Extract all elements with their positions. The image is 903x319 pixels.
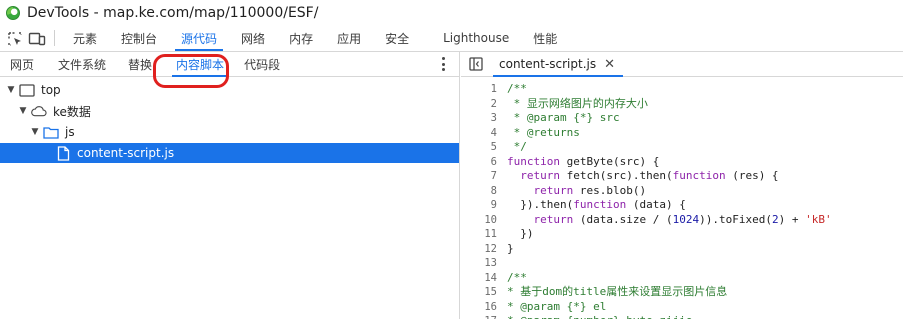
tab-sources[interactable]: 源代码 (169, 25, 229, 51)
line-number[interactable]: 14 (461, 271, 499, 286)
window-titlebar: DevTools - map.ke.com/map/110000/ESF/ (0, 0, 903, 25)
window-title: DevTools - map.ke.com/map/110000/ESF/ (27, 4, 319, 21)
code-line: } (507, 241, 514, 255)
tree-item-origin[interactable]: ▼ ke数据 (0, 101, 459, 121)
code-line: */ (507, 140, 527, 153)
expand-arrow-icon[interactable]: ▼ (6, 85, 16, 95)
editor-tab-content-script[interactable]: content-script.js ✕ (491, 52, 625, 77)
tree-item-label: ke数据 (53, 104, 91, 119)
tree-item-label: content-script.js (77, 146, 175, 160)
tab-label: 内容脚本 (176, 57, 225, 72)
tab-label: 控制台 (121, 31, 158, 46)
line-number[interactable]: 16 (461, 300, 499, 315)
editor-pane: content-script.js ✕ 1 2 3 4 5 6 7 8 9 10 11 12 13 14 1… (461, 52, 903, 319)
line-number[interactable]: 2 (461, 97, 499, 112)
expand-arrow-icon[interactable]: ▼ (30, 127, 40, 137)
code-line: * @param {number} byte zijie (507, 314, 903, 319)
tab-label: 应用 (337, 31, 362, 46)
app-logo-icon (6, 5, 20, 20)
line-number[interactable]: 17 (461, 314, 499, 319)
code-line: return res.blob() (533, 183, 647, 197)
tab-security[interactable]: 安全 (373, 25, 421, 51)
tree-item-label: top (41, 83, 61, 97)
line-number[interactable]: 13 (461, 256, 499, 271)
code-line: * @param {*} src (507, 111, 620, 124)
line-number[interactable]: 1 (461, 82, 499, 97)
code-line: * @param {*} el (507, 299, 607, 313)
line-number[interactable]: 5 (461, 140, 499, 155)
line-number[interactable]: 11 (461, 227, 499, 242)
file-icon (55, 145, 71, 161)
tree-item-top[interactable]: ▼ top (0, 80, 459, 100)
navigator-tabbar: 网页 文件系统 替换 内容脚本 代码段 (0, 52, 459, 77)
line-number[interactable]: 9 (461, 198, 499, 213)
code-line: }).then(function (data) { (507, 198, 686, 211)
code-line: return fetch(src).then(function (res) { (520, 169, 779, 182)
code-line: function getByte(src) { (507, 154, 660, 168)
file-tree: ▼ top ▼ ke数据 ▼ js content-script.js (0, 80, 459, 163)
main-panel-tabbar: 元素 控制台 源代码 网络 内存 应用 安全 Lighthouse 性能 (0, 25, 903, 52)
tab-label: 文件系统 (58, 57, 107, 72)
code-content[interactable]: /** * 显示网络图片的内存大小 * @param {*} src * @re… (507, 82, 903, 319)
device-toolbar-icon[interactable] (26, 25, 48, 52)
tab-filesystem[interactable]: 文件系统 (50, 52, 114, 76)
code-line: * 显示网络图片的内存大小 (507, 96, 648, 110)
line-number[interactable]: 4 (461, 126, 499, 141)
tab-label: 安全 (385, 31, 410, 46)
code-line: return (data.size / (1024)).toFixed(2) +… (533, 212, 832, 226)
close-icon[interactable]: ✕ (604, 57, 615, 72)
tab-network[interactable]: 网络 (229, 25, 277, 51)
expand-arrow-icon[interactable]: ▼ (18, 106, 28, 116)
line-number[interactable]: 15 (461, 285, 499, 300)
tab-memory[interactable]: 内存 (277, 25, 325, 51)
line-number[interactable]: 3 (461, 111, 499, 126)
line-number[interactable]: 12 (461, 242, 499, 257)
line-number[interactable]: 10 (461, 213, 499, 228)
tab-console[interactable]: 控制台 (109, 25, 169, 51)
editor-tab-label: content-script.js (499, 57, 597, 71)
tab-application[interactable]: 应用 (325, 25, 373, 51)
tab-snippets[interactable]: 代码段 (236, 52, 288, 76)
tab-label: 网络 (241, 31, 266, 46)
tab-label: Lighthouse (443, 31, 510, 45)
tab-lighthouse[interactable]: Lighthouse (431, 25, 521, 51)
sources-navigator: 网页 文件系统 替换 内容脚本 代码段 ▼ top ▼ ke数据 ▼ js co… (0, 52, 460, 319)
line-number[interactable]: 6 (461, 155, 499, 170)
tab-label: 性能 (533, 31, 558, 46)
tree-item-file-content-script[interactable]: content-script.js (0, 143, 459, 163)
code-line: /** (507, 270, 527, 284)
tab-label: 替换 (128, 57, 153, 72)
code-line: * @returns (507, 125, 580, 139)
kebab-menu-icon[interactable] (437, 56, 449, 72)
tab-page[interactable]: 网页 (0, 52, 42, 76)
editor-tabbar: content-script.js ✕ (461, 52, 903, 77)
tree-item-folder-js[interactable]: ▼ js (0, 122, 459, 142)
code-line: }) (507, 227, 534, 240)
frame-icon (19, 83, 35, 97)
tab-label: 源代码 (181, 31, 218, 46)
tree-item-label: js (65, 125, 75, 139)
line-number[interactable]: 7 (461, 169, 499, 184)
line-number-gutter: 1234567891011121314151617 (461, 82, 499, 319)
tab-performance[interactable]: 性能 (521, 25, 569, 51)
tab-label: 内存 (289, 31, 314, 46)
tab-elements[interactable]: 元素 (61, 25, 109, 51)
line-number[interactable]: 8 (461, 184, 499, 199)
toolbar-divider (54, 30, 55, 46)
code-line: /** (507, 82, 527, 95)
inspect-element-icon[interactable] (4, 25, 26, 52)
toggle-navigator-icon[interactable] (461, 52, 491, 76)
cloud-icon (31, 104, 47, 118)
tab-label: 代码段 (244, 57, 281, 72)
tab-overrides[interactable]: 替换 (120, 52, 160, 76)
folder-icon (43, 125, 59, 139)
tab-label: 元素 (73, 31, 98, 46)
code-line: * 基于dom的title属性来设置显示图片信息 (507, 285, 728, 298)
tab-content-scripts[interactable]: 内容脚本 (168, 52, 232, 77)
tab-label: 网页 (10, 57, 35, 72)
code-editor[interactable]: 1234567891011121314151617 /** * 显示网络图片的内… (461, 77, 903, 319)
